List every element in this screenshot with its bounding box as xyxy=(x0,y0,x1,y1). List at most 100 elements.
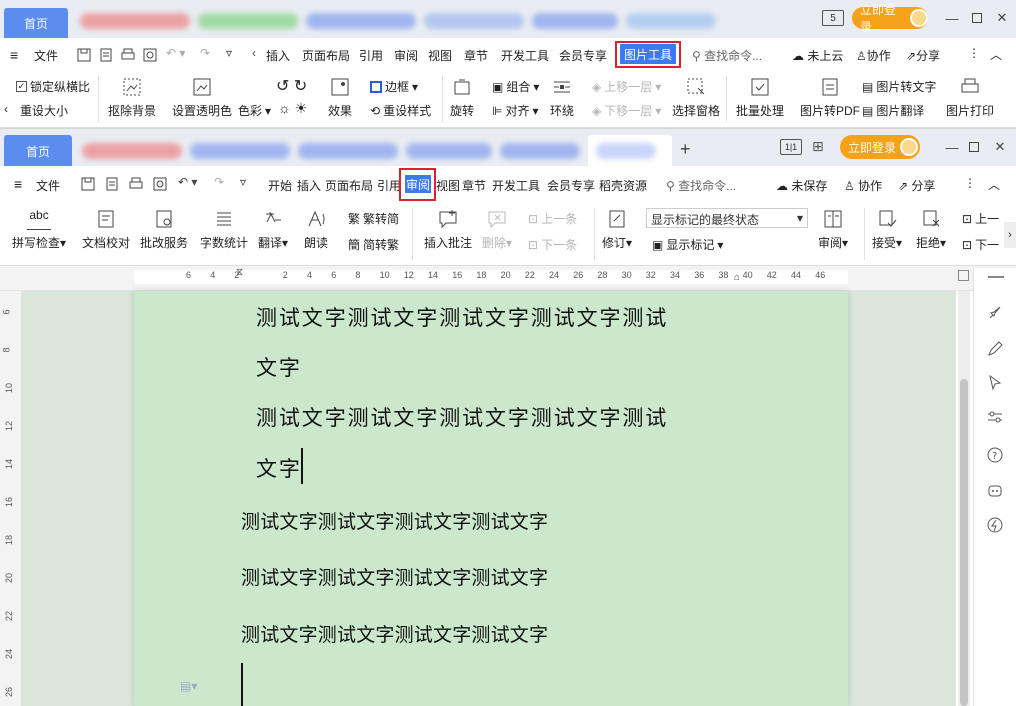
tab-developer[interactable]: 开发工具 xyxy=(501,47,549,64)
blurred-tab[interactable] xyxy=(198,13,298,29)
login-button[interactable]: 立即登录 xyxy=(840,135,920,159)
doc-line[interactable]: 测试文字测试文字测试文字测试文字测试 xyxy=(256,302,668,332)
markup-state-select[interactable]: 显示标记的最终状态 ▾ xyxy=(646,208,808,228)
tab-review[interactable]: 审阅 xyxy=(394,47,418,64)
tab-layout[interactable]: 页面布局 xyxy=(302,47,350,64)
home-tab[interactable]: 首页 xyxy=(4,8,68,38)
close-icon[interactable]: ✕ xyxy=(994,10,1010,26)
export-icon[interactable] xyxy=(104,176,120,192)
track-changes-button[interactable]: 修订▾ xyxy=(602,208,632,251)
active-tab[interactable] xyxy=(588,135,672,167)
share-button[interactable]: ⇗ 分享 xyxy=(898,177,935,194)
search-command[interactable]: ⚲ 查找命令... xyxy=(666,177,736,194)
tab-home[interactable]: 开始 xyxy=(268,177,292,194)
first-indent-marker-icon[interactable]: ⧖ xyxy=(236,267,243,278)
translate-button[interactable]: 翻译▾ xyxy=(258,208,288,251)
next-comment-button[interactable]: ⊡ 下一条 xyxy=(528,236,577,253)
menu-file[interactable]: 文件 xyxy=(34,47,58,64)
help-icon[interactable]: ? xyxy=(986,446,1004,464)
delete-comment-button[interactable]: 删除▾ xyxy=(482,208,512,251)
set-transparent-button[interactable]: 设置透明色 xyxy=(172,76,232,119)
home-tab[interactable]: 首页 xyxy=(4,135,72,167)
doc-line[interactable]: 测试文字测试文字测试文字测试文字 xyxy=(241,563,548,590)
tab-developer[interactable]: 开发工具 xyxy=(492,177,540,194)
accept-button[interactable]: 接受▾ xyxy=(872,208,902,251)
robot-icon[interactable] xyxy=(986,482,1004,500)
next-change-button[interactable]: ⊡ 下一 xyxy=(962,236,999,253)
blurred-tab[interactable] xyxy=(298,143,398,159)
more-dropdown-icon[interactable]: ▿ xyxy=(240,175,246,189)
proof-button[interactable]: 文档校对 xyxy=(82,208,130,251)
paragraph-layout-icon[interactable]: ▤▾ xyxy=(180,679,197,693)
close-icon[interactable]: ✕ xyxy=(992,139,1008,155)
tab-reference[interactable]: 引用 xyxy=(359,47,383,64)
doc-line[interactable]: 文字 xyxy=(256,453,302,483)
rocket-icon[interactable] xyxy=(986,304,1004,322)
add-tab-icon[interactable]: + xyxy=(680,139,691,160)
show-markup-button[interactable]: ▣ 显示标记 ▾ xyxy=(652,236,723,253)
selection-pane-button[interactable]: 选择窗格 xyxy=(672,76,720,119)
doc-line[interactable]: 文字 xyxy=(256,352,302,382)
rotate-button[interactable]: 旋转 xyxy=(450,76,474,119)
vertical-scrollbar[interactable] xyxy=(958,291,970,706)
cloud-button[interactable]: ☁ 未上云 xyxy=(792,47,843,64)
redo-icon[interactable]: ↷ xyxy=(214,175,224,189)
group-button[interactable]: ▣ 组合 ▾ xyxy=(492,78,539,95)
spell-check-button[interactable]: abc 拼写检查▾ xyxy=(12,208,66,251)
prev-comment-button[interactable]: ⊡ 上一条 xyxy=(528,210,577,227)
print-image-button[interactable]: 图片打印 xyxy=(946,76,994,119)
tab-layout[interactable]: 页面布局 xyxy=(325,177,373,194)
blurred-tab[interactable] xyxy=(306,13,416,29)
lock-ratio-checkbox[interactable]: ✓ 锁定纵横比 xyxy=(16,78,90,95)
send-backward-button[interactable]: ◈ 下移一层 ▾ xyxy=(592,102,661,119)
scrollbar-thumb[interactable] xyxy=(960,379,968,706)
redo-icon[interactable]: ↷ xyxy=(200,46,210,60)
batch-button[interactable]: 批量处理 xyxy=(736,76,784,119)
revise-service-button[interactable]: 批改服务 xyxy=(140,208,188,251)
unsaved-button[interactable]: ☁ 未保存 xyxy=(776,177,827,194)
minimize-icon[interactable]: — xyxy=(944,10,960,26)
more-icon[interactable]: ⋮ xyxy=(968,46,980,60)
print-icon[interactable] xyxy=(128,176,144,192)
maximize-icon[interactable] xyxy=(969,10,985,26)
read-aloud-button[interactable]: 朗读 xyxy=(304,208,328,251)
tab-chapter[interactable]: 章节 xyxy=(462,177,486,194)
remove-bg-button[interactable]: 抠除背景 xyxy=(108,76,156,119)
reset-size-button[interactable]: 重设大小 xyxy=(20,102,68,119)
blurred-tab[interactable] xyxy=(626,13,716,29)
tab-member[interactable]: 会员专享 xyxy=(559,47,607,64)
reset-style-button[interactable]: ⟲ 重设样式 xyxy=(370,102,431,119)
hamburger-icon[interactable]: ≡ xyxy=(14,176,22,192)
prev-change-button[interactable]: ⊡ 上一 xyxy=(962,210,999,227)
sliders-icon[interactable] xyxy=(986,408,1004,426)
blurred-tab[interactable] xyxy=(190,143,290,159)
export-icon[interactable] xyxy=(98,47,114,63)
tab-member[interactable]: 会员专享 xyxy=(547,177,595,194)
document-page[interactable]: 测试文字测试文字测试文字测试文字测试 文字 测试文字测试文字测试文字测试文字测试… xyxy=(134,291,848,706)
tab-chapter[interactable]: 章节 xyxy=(464,47,488,64)
save-icon[interactable] xyxy=(80,176,96,192)
wrap-button[interactable]: 环绕 xyxy=(550,76,574,119)
menu-file[interactable]: 文件 xyxy=(36,177,60,194)
login-button[interactable]: 立即登录 xyxy=(852,3,928,34)
reject-button[interactable]: 拒绝▾ xyxy=(916,208,946,251)
color-button[interactable]: 色彩 ▾ xyxy=(238,102,271,119)
tab-docer[interactable]: 稻壳资源 xyxy=(599,177,647,194)
collapse-ribbon-icon[interactable]: ︿ xyxy=(988,176,1000,193)
grid-icon[interactable]: ⊞ xyxy=(812,138,824,155)
blurred-tab[interactable] xyxy=(500,143,580,159)
blurred-tab[interactable] xyxy=(532,13,618,29)
doc-line[interactable]: 测试文字测试文字测试文字测试文字 xyxy=(241,507,548,534)
blurred-tab[interactable] xyxy=(424,13,524,29)
share-button[interactable]: ⇗分享 xyxy=(906,47,940,64)
print-icon[interactable] xyxy=(120,47,136,63)
trad-to-simp-button[interactable]: 繁繁转简 xyxy=(348,210,399,227)
preview-icon[interactable] xyxy=(152,176,168,192)
collab-button[interactable]: ♙ 协作 xyxy=(844,177,882,194)
collab-button[interactable]: ♙协作 xyxy=(856,47,891,64)
simp-to-trad-button[interactable]: 簡简转繁 xyxy=(348,236,399,253)
cursor-icon[interactable] xyxy=(986,374,1004,392)
collapse-ribbon-icon[interactable]: ︿ xyxy=(990,46,1002,63)
tab-reference[interactable]: 引用 xyxy=(377,177,401,194)
blurred-tab[interactable] xyxy=(82,143,182,159)
